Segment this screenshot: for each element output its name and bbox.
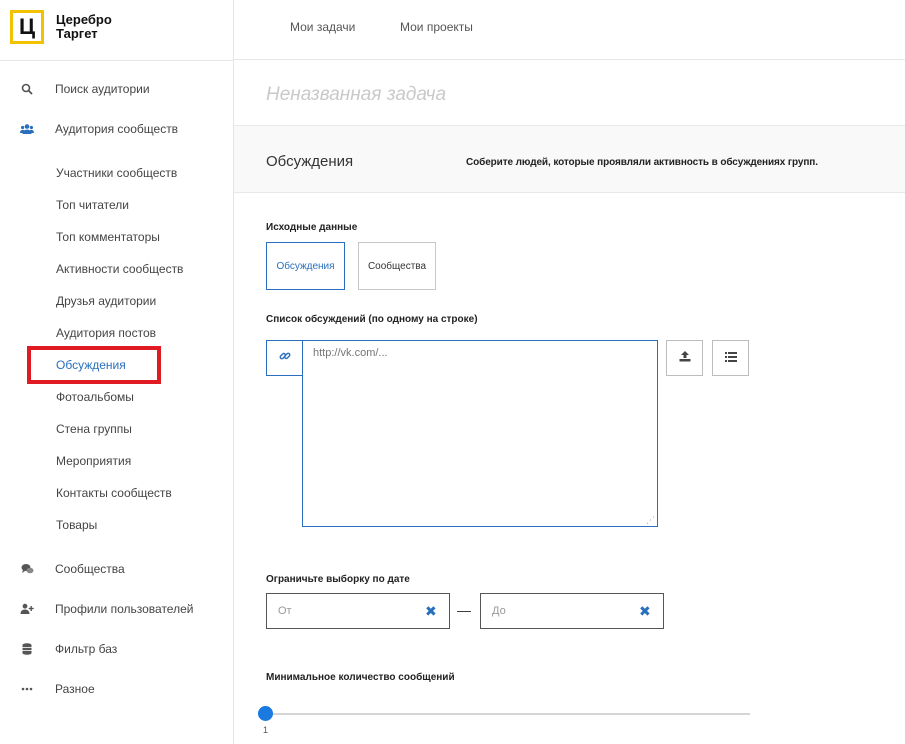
sidebar: Ц Церебро Таргет Поиск аудитории Аудитор… [0,0,234,744]
list-icon [724,349,737,367]
slider-value: 1 [263,725,269,735]
sidebar-item-label: Фильтр баз [55,642,118,656]
logo-line1: Церебро [56,12,112,27]
sidebar-item-user-profiles[interactable]: Профили пользователей [0,594,234,624]
top-bar: Мои задачи Мои проекты [234,0,905,60]
section-title: Обсуждения [266,153,354,170]
upload-button[interactable] [666,340,703,376]
logo[interactable]: Ц Церебро Таргет [10,10,112,44]
source-data-label: Исходные данные [266,222,358,233]
sidebar-item-label: Сообщества [55,562,125,576]
section-description: Соберите людей, которые проявляли активн… [466,157,818,168]
ellipsis-icon [20,682,34,696]
sidebar-item-search[interactable]: Поиск аудитории [0,74,234,104]
sidebar-item-label: Профили пользователей [55,602,194,616]
discussions-textarea[interactable] [302,340,658,527]
tab-communities[interactable]: Сообщества [358,242,436,290]
app-root: Ц Церебро Таргет Поиск аудитории Аудитор… [0,0,905,744]
logo-line2: Таргет [56,26,98,41]
sidebar-subitem[interactable]: Товары [56,515,97,535]
sidebar-item-label: Поиск аудитории [55,82,150,96]
nav-my-tasks[interactable]: Мои задачи [290,20,355,34]
sidebar-subitem[interactable]: Топ комментаторы [56,227,160,247]
sidebar-subitem[interactable]: Участники сообществ [56,163,177,183]
upload-icon [679,349,691,367]
date-separator: — [457,602,471,618]
sidebar-item-communities-audience[interactable]: Аудитория сообществ [0,114,234,144]
sidebar-subitem[interactable]: Активности сообществ [56,259,183,279]
sidebar-item-label: Аудитория сообществ [55,122,179,136]
sidebar-item-db-filter[interactable]: Фильтр баз [0,634,234,664]
nav-my-projects[interactable]: Мои проекты [400,20,473,34]
database-icon [20,642,34,656]
slider-thumb[interactable] [258,706,273,721]
sidebar-subitem[interactable]: Мероприятия [56,451,131,471]
sidebar-subitem[interactable]: Аудитория постов [56,323,156,343]
section-header: Обсуждения Соберите людей, которые прояв… [234,125,905,193]
date-from-field[interactable]: От ✖ [266,593,450,629]
clear-icon[interactable]: ✖ [425,604,437,618]
search-icon [20,82,34,96]
resize-handle[interactable]: ⋰ [646,515,656,525]
sidebar-subitem[interactable]: Фотоальбомы [56,387,134,407]
clear-icon[interactable]: ✖ [639,604,651,618]
sidebar-subitem[interactable]: Контакты сообществ [56,483,172,503]
slider-track[interactable] [266,713,750,715]
min-messages-label: Минимальное количество сообщений [266,672,455,683]
chat-icon [20,562,34,576]
sidebar-item-misc[interactable]: Разное [0,674,234,704]
logo-mark: Ц [10,10,44,44]
date-to-placeholder: До [492,605,506,617]
sidebar-subitem[interactable]: Топ читатели [56,195,129,215]
list-button[interactable] [712,340,749,376]
date-limit-label: Ограничьте выборку по дате [266,574,410,585]
logo-text: Церебро Таргет [56,13,112,41]
sidebar-subitem[interactable]: Стена группы [56,419,132,439]
sidebar-item-communities[interactable]: Сообщества [0,554,234,584]
sidebar-subitem[interactable]: Друзья аудитории [56,291,156,311]
date-to-field[interactable]: До ✖ [480,593,664,629]
task-title[interactable]: Неназванная задача [266,84,446,106]
discussions-list-label: Список обсуждений (по одному на строке) [266,314,478,325]
link-icon [279,349,291,367]
user-plus-icon [20,602,34,616]
sidebar-divider [0,60,234,61]
tab-discussions[interactable]: Обсуждения [266,242,345,290]
date-from-placeholder: От [278,605,292,617]
sidebar-item-label: Разное [55,682,95,696]
users-icon [20,122,34,136]
link-button[interactable] [266,340,303,376]
sidebar-subitem-active[interactable]: Обсуждения [56,355,126,375]
